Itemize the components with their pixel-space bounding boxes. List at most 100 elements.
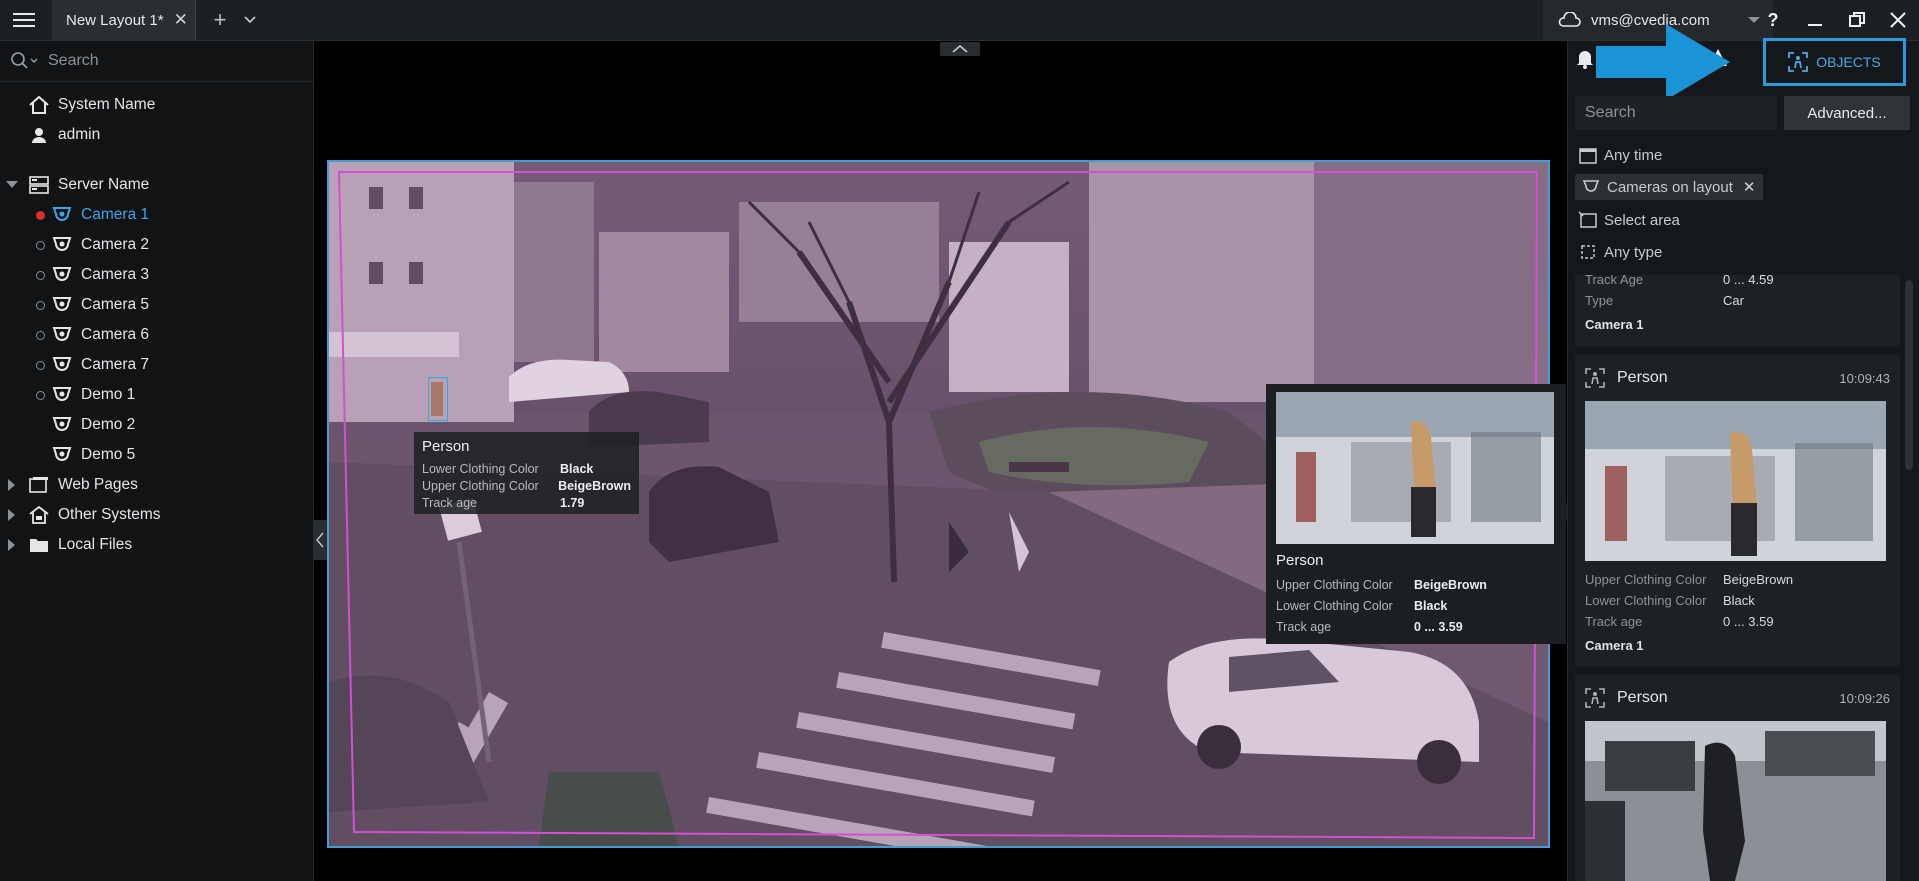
minimize-button[interactable] xyxy=(1794,0,1836,40)
bell-icon xyxy=(1577,51,1593,69)
camera-label: Camera 3 xyxy=(81,266,150,283)
camera-icon xyxy=(51,204,73,226)
camera-icon xyxy=(51,324,73,346)
tree-item-camera-7[interactable]: Camera 7 xyxy=(36,350,149,380)
group-label: Web Pages xyxy=(58,476,138,493)
result-time: 10:09:43 xyxy=(1839,370,1890,386)
server-label: Server Name xyxy=(58,176,150,193)
minimize-icon xyxy=(1808,24,1822,26)
tree-item-user[interactable]: admin xyxy=(28,120,100,150)
tree-item-web-pages[interactable]: Web Pages xyxy=(8,470,138,500)
collapse-top-panel-button[interactable] xyxy=(940,42,980,56)
result-card-partial[interactable]: Track Age 0 ... 4.59 Type Car Camera 1 xyxy=(1575,275,1900,347)
camera-label: Demo 5 xyxy=(81,446,136,463)
result-thumbnail xyxy=(1585,721,1886,881)
attr-key: Upper Clothing Color xyxy=(422,479,539,493)
tree-search[interactable]: Search xyxy=(0,41,313,82)
tree-item-camera-3[interactable]: Camera 3 xyxy=(36,260,149,290)
result-card[interactable]: Person 10:09:26 xyxy=(1575,675,1900,881)
tree-item-server[interactable]: Server Name xyxy=(6,170,149,200)
close-window-button[interactable] xyxy=(1877,0,1919,40)
results-scrollbar[interactable] xyxy=(1905,280,1913,470)
tree-item-camera-5[interactable]: Camera 5 xyxy=(36,290,149,320)
time-filter-label: Any time xyxy=(1604,146,1663,164)
attr-value: Black xyxy=(560,462,594,476)
help-icon: ? xyxy=(1767,9,1779,30)
resource-tree-panel xyxy=(0,41,314,881)
tree-item-other-systems[interactable]: Other Systems xyxy=(8,500,161,530)
tree-item-demo-1[interactable]: Demo 1 xyxy=(36,380,135,410)
attr-value: BeigeBrown xyxy=(1414,578,1487,592)
tab-layout[interactable]: New Layout 1* ✕ xyxy=(52,0,196,40)
attr-key: Track age xyxy=(1276,620,1332,634)
camera-label: Camera 5 xyxy=(81,296,150,313)
tree-item-system[interactable]: System Name xyxy=(28,90,155,120)
attr-value: Car xyxy=(1723,293,1744,308)
objects-search-input[interactable]: Search xyxy=(1575,96,1777,130)
result-camera-name: Camera 1 xyxy=(1585,317,1644,332)
camera-icon xyxy=(51,294,73,316)
objects-tab-label: OBJECTS xyxy=(1816,54,1881,70)
search-input[interactable]: Search xyxy=(48,52,99,70)
object-thumbnail xyxy=(1276,392,1554,544)
server-icon xyxy=(28,174,50,196)
attr-value: BeigeBrown xyxy=(1723,572,1794,587)
online-status-icon xyxy=(36,390,45,400)
main-menu-button[interactable] xyxy=(10,8,38,32)
tree-item-camera-1[interactable]: Camera 1 xyxy=(36,200,149,230)
type-filter[interactable]: Any type xyxy=(1578,239,1662,265)
camera-label: Camera 1 xyxy=(81,206,150,223)
expand-right-icon xyxy=(8,539,15,551)
cameras-filter-chip[interactable]: Cameras on layout ✕ xyxy=(1575,174,1764,200)
object-detection-icon xyxy=(1585,368,1605,388)
camera-label: Camera 7 xyxy=(81,356,150,373)
online-status-icon xyxy=(36,240,45,250)
tree-item-camera-6[interactable]: Camera 6 xyxy=(36,320,149,350)
objects-results-list[interactable]: Track Age 0 ... 4.59 Type Car Camera 1 Per… xyxy=(1575,275,1900,881)
time-filter[interactable]: Any time xyxy=(1578,142,1662,168)
result-card[interactable]: Person 10:09:43 Upper Clothing Color Beig… xyxy=(1575,355,1900,667)
result-name: Person xyxy=(1617,689,1668,706)
chevron-left-icon xyxy=(316,532,324,548)
camera-icon xyxy=(51,444,73,466)
tree-item-local-files[interactable]: Local Files xyxy=(8,530,132,560)
annotation-arrow-icon xyxy=(1596,24,1730,100)
cameras-filter-label: Cameras on layout xyxy=(1607,178,1733,196)
help-button[interactable]: ? xyxy=(1752,0,1794,40)
camera-icon xyxy=(51,354,73,376)
web-pages-icon xyxy=(28,474,50,496)
area-filter[interactable]: Select area xyxy=(1578,207,1680,233)
expand-right-icon xyxy=(8,509,15,521)
camera-label: Camera 2 xyxy=(81,236,150,253)
recording-status-icon xyxy=(36,210,45,220)
online-status-icon xyxy=(36,330,45,340)
detection-title: Person xyxy=(422,438,470,455)
tabs-dropdown-button[interactable] xyxy=(238,6,262,34)
type-filter-label: Any type xyxy=(1604,243,1663,261)
object-detection-icon xyxy=(1585,688,1605,708)
toggle-left-panel-button[interactable] xyxy=(313,520,327,560)
person-bounding-box[interactable] xyxy=(428,377,448,421)
tree-item-camera-2[interactable]: Camera 2 xyxy=(36,230,149,260)
attr-key: Track Age xyxy=(1585,275,1644,287)
restore-button[interactable] xyxy=(1836,0,1878,40)
close-tab-icon[interactable]: ✕ xyxy=(174,10,188,30)
objects-tab[interactable]: OBJECTS xyxy=(1763,38,1906,86)
result-thumbnail xyxy=(1585,401,1886,561)
object-preview-tooltip: Person Upper Clothing Color BeigeBrown Lo… xyxy=(1266,384,1566,644)
attr-key: Lower Clothing Color xyxy=(1276,599,1393,613)
tree-item-demo-5[interactable]: Demo 5 xyxy=(51,440,135,470)
user-icon xyxy=(28,124,50,146)
object-type-icon xyxy=(1578,243,1598,261)
advanced-search-button[interactable]: Advanced... xyxy=(1784,96,1910,130)
tree-item-demo-2[interactable]: Demo 2 xyxy=(51,410,135,440)
camera-label: Camera 6 xyxy=(81,326,150,343)
attr-value: Black xyxy=(1723,593,1755,608)
attr-key: Lower Clothing Color xyxy=(1585,593,1707,608)
remove-filter-icon[interactable]: ✕ xyxy=(1743,178,1756,196)
online-status-icon xyxy=(36,360,45,370)
tab-label: New Layout 1* xyxy=(66,11,164,29)
add-tab-button[interactable]: + xyxy=(206,6,234,34)
result-time: 10:09:26 xyxy=(1839,690,1890,706)
attr-key: Upper Clothing Color xyxy=(1585,572,1707,587)
